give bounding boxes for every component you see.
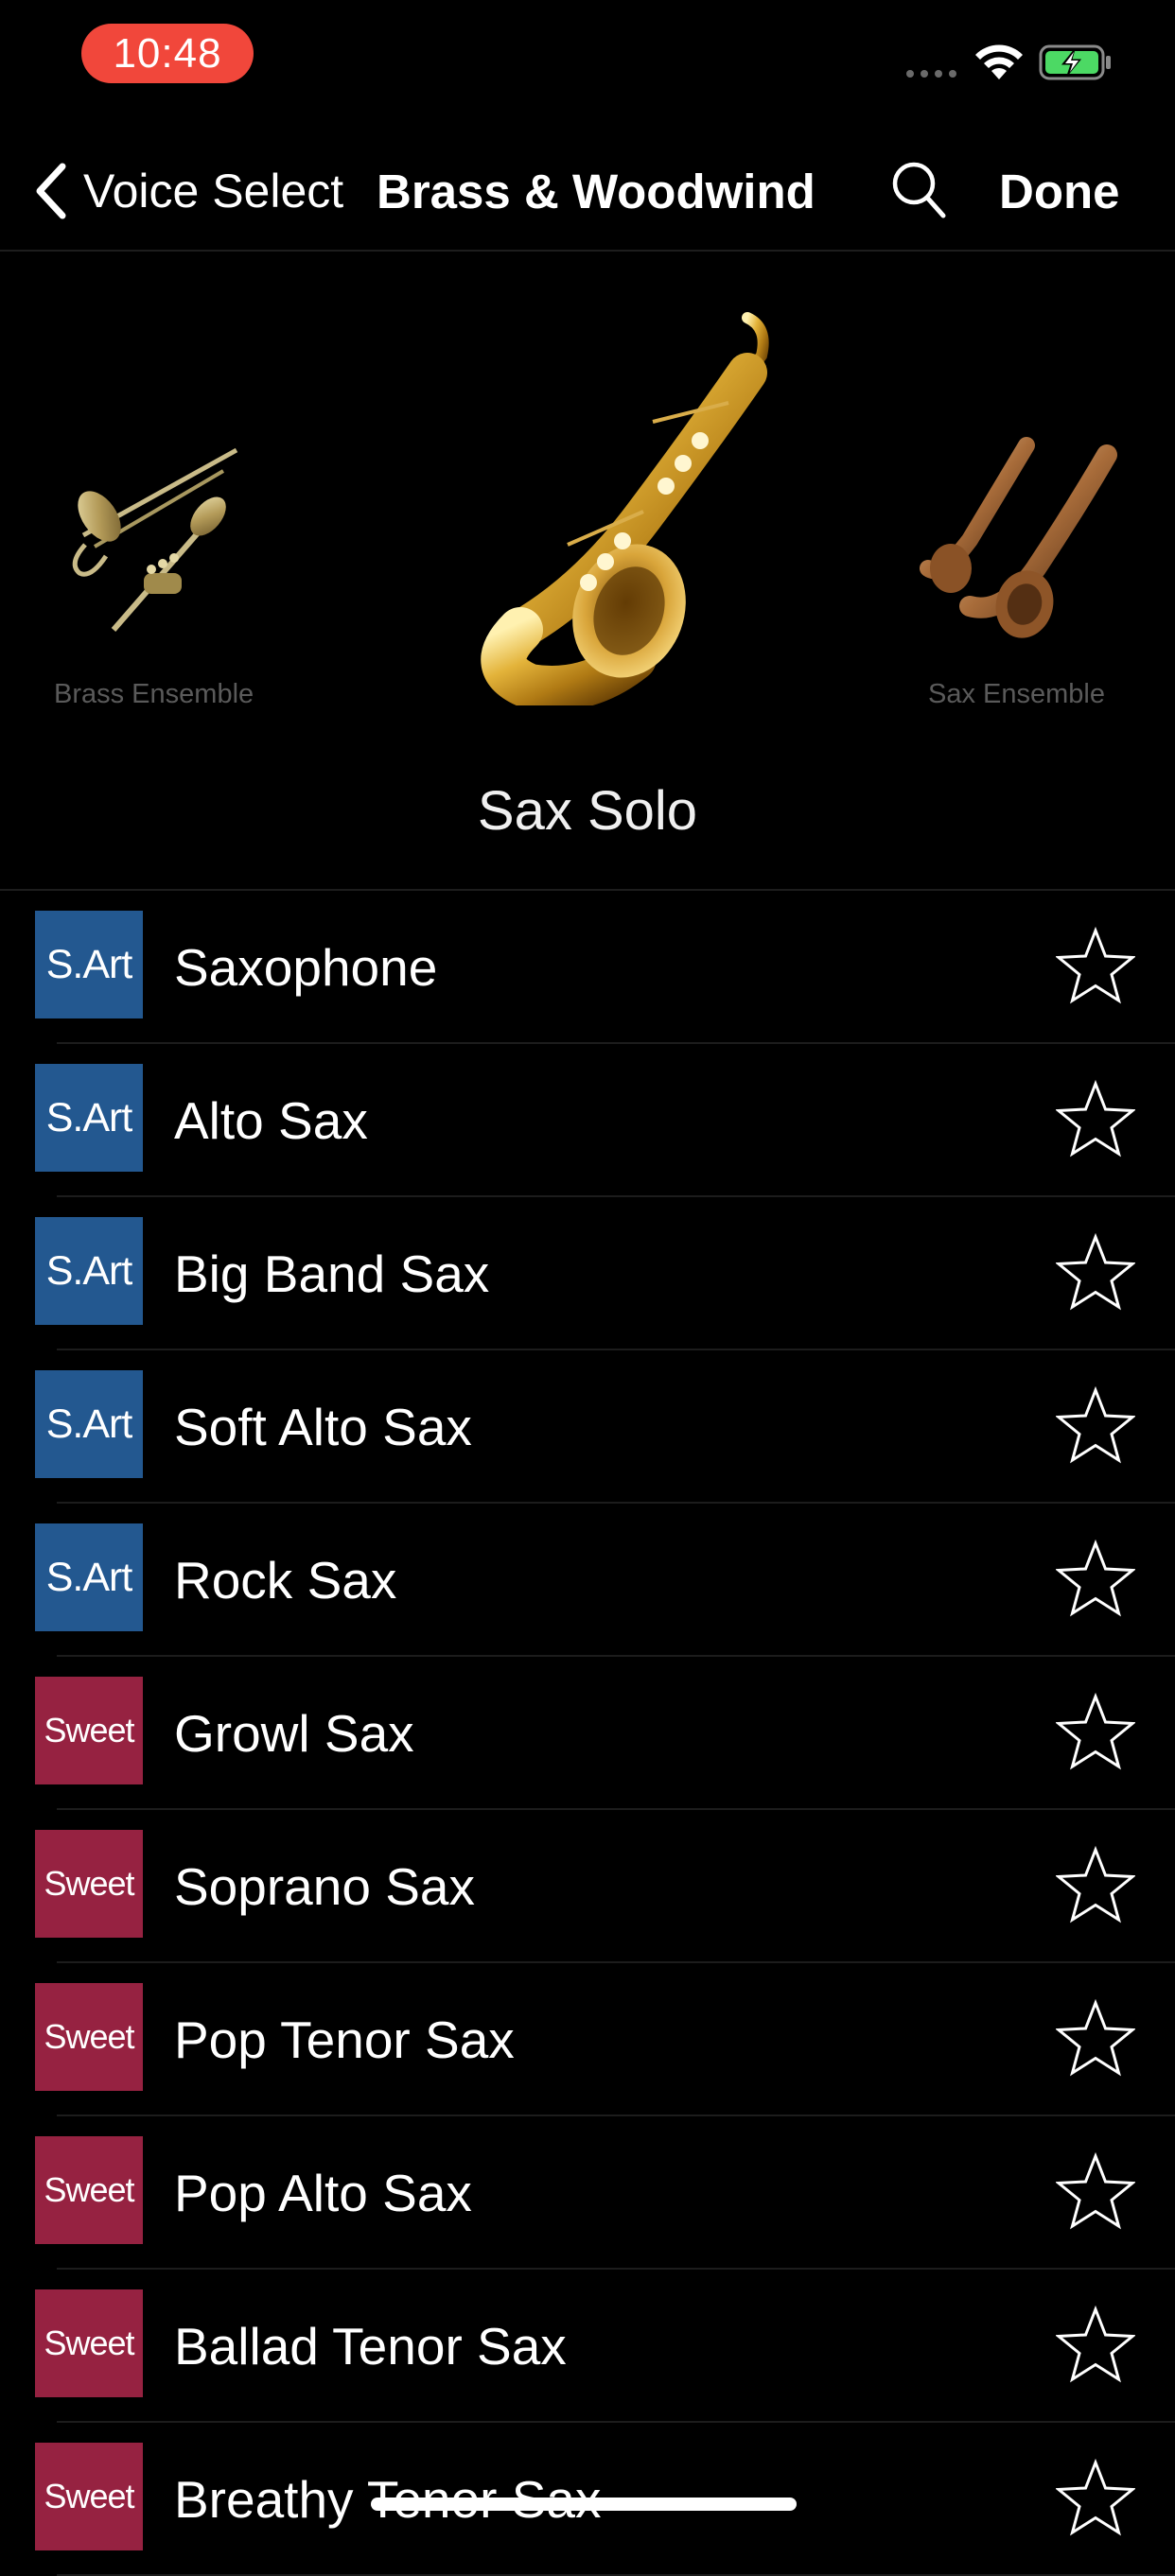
voice-name: Pop Alto Sax xyxy=(174,2164,472,2222)
home-indicator[interactable] xyxy=(371,2498,797,2511)
status-bar: 10:48 xyxy=(0,0,1175,132)
star-icon[interactable] xyxy=(1055,1692,1136,1772)
battery-charging-icon xyxy=(1039,44,1111,80)
instrument-carousel[interactable]: Brass Ensemble Sax Ensemble Sax Solo xyxy=(0,252,1175,891)
star-icon[interactable] xyxy=(1055,2305,1136,2385)
voice-name: Saxophone xyxy=(174,938,438,997)
star-icon[interactable] xyxy=(1055,2151,1136,2232)
sweet-badge: Sweet xyxy=(35,2289,143,2397)
sweet-badge: Sweet xyxy=(35,1983,143,2091)
voice-row[interactable]: S.Art Alto Sax xyxy=(0,1044,1175,1197)
star-icon[interactable] xyxy=(1055,1539,1136,1619)
voice-row[interactable]: S.Art Saxophone xyxy=(0,891,1175,1044)
voice-name: Pop Tenor Sax xyxy=(174,2010,515,2069)
star-icon[interactable] xyxy=(1055,2458,1136,2538)
page-title: Brass & Woodwind xyxy=(377,164,815,218)
star-icon[interactable] xyxy=(1055,1998,1136,2079)
carousel-item-brass-ensemble[interactable] xyxy=(57,431,246,649)
chevron-left-icon xyxy=(36,163,66,219)
voice-row[interactable]: Sweet Ballad Tenor Sax xyxy=(0,2270,1175,2423)
navigation-bar: Voice Select Brass & Woodwind Done xyxy=(0,132,1175,252)
alto-saxophone-image xyxy=(481,312,769,711)
done-button[interactable]: Done xyxy=(999,155,1120,227)
voice-name: Soft Alto Sax xyxy=(174,1398,472,1456)
star-icon[interactable] xyxy=(1055,1385,1136,1466)
star-icon[interactable] xyxy=(1055,1079,1136,1159)
voice-row[interactable]: S.Art Soft Alto Sax xyxy=(0,1350,1175,1504)
voice-name: Soprano Sax xyxy=(174,1857,475,1916)
carousel-item-sax-solo[interactable] xyxy=(416,308,776,711)
trombone-trumpet-image xyxy=(72,447,238,632)
voice-name: Growl Sax xyxy=(174,1704,414,1763)
sweet-badge: Sweet xyxy=(35,1677,143,1784)
sart-badge: S.Art xyxy=(35,1064,143,1172)
voice-name: Ballad Tenor Sax xyxy=(174,2317,567,2376)
carousel-caption-sax-ensemble: Sax Ensemble xyxy=(928,679,1105,709)
search-icon[interactable] xyxy=(889,159,948,221)
status-time: 10:48 xyxy=(81,24,254,83)
sart-badge: S.Art xyxy=(35,1370,143,1478)
voice-row[interactable]: Sweet Pop Alto Sax xyxy=(0,2116,1175,2270)
voice-row[interactable]: S.Art Big Band Sax xyxy=(0,1197,1175,1350)
voice-row[interactable]: Sweet Pop Tenor Sax xyxy=(0,1963,1175,2116)
voice-row[interactable]: Sweet Growl Sax xyxy=(0,1657,1175,1810)
voice-name: Rock Sax xyxy=(174,1551,397,1610)
voice-row[interactable]: Sweet Soprano Sax xyxy=(0,1810,1175,1963)
back-button-label: Voice Select xyxy=(83,165,344,218)
voice-list: S.Art Saxophone S.Art Alto Sax S.Art Big Band… xyxy=(0,891,1175,2576)
wifi-icon xyxy=(975,44,1023,79)
sart-badge: S.Art xyxy=(35,911,143,1018)
star-icon[interactable] xyxy=(1055,926,1136,1006)
star-icon[interactable] xyxy=(1055,1845,1136,1925)
carousel-caption-brass-ensemble: Brass Ensemble xyxy=(54,679,254,709)
back-button[interactable]: Voice Select xyxy=(32,155,343,227)
voice-name: Big Band Sax xyxy=(174,1244,490,1303)
sweet-badge: Sweet xyxy=(35,2443,143,2550)
sart-badge: S.Art xyxy=(35,1523,143,1631)
signal-dots-icon xyxy=(906,70,956,78)
category-title: Sax Solo xyxy=(477,780,698,842)
star-icon[interactable] xyxy=(1055,1232,1136,1313)
saxophones-image xyxy=(920,437,1117,638)
sart-badge: S.Art xyxy=(35,1217,143,1325)
voice-row[interactable]: S.Art Rock Sax xyxy=(0,1504,1175,1657)
voice-name: Alto Sax xyxy=(174,1091,368,1150)
carousel-item-sax-ensemble[interactable] xyxy=(913,436,1121,649)
sweet-badge: Sweet xyxy=(35,2136,143,2244)
sweet-badge: Sweet xyxy=(35,1830,143,1938)
